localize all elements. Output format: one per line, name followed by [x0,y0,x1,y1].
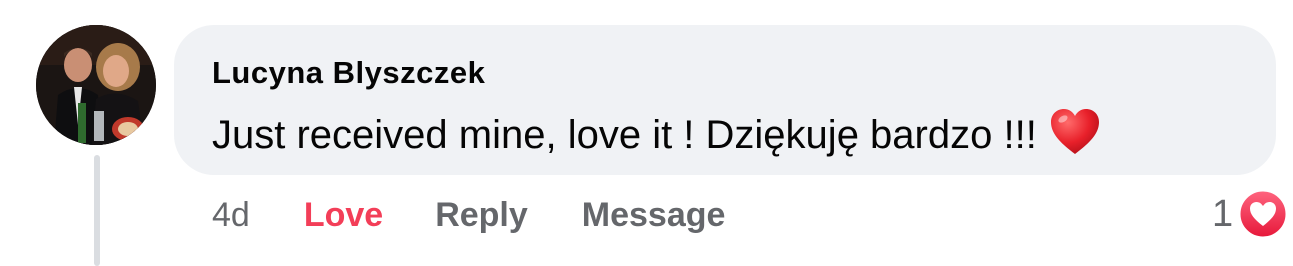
reaction-count: 1 [1212,192,1234,235]
comment: Lucyna Blyszczek Just received mine, lov… [0,0,1293,266]
timestamp[interactable]: 4d [212,196,250,235]
reaction-summary[interactable]: 1 [1212,188,1289,240]
avatar-photo [36,25,156,145]
thread-line [94,155,100,266]
reply-button[interactable]: Reply [435,196,528,235]
comment-text: Just received mine, love it ! Dziękuję b… [212,113,1037,157]
comment-actions: 4d Love Reply Message [212,193,725,237]
comment-text-row: Just received mine, love it ! Dziękuję b… [212,108,1101,158]
message-button[interactable]: Message [582,196,726,235]
avatar[interactable] [36,25,156,145]
love-button[interactable]: Love [304,196,383,235]
author-name[interactable]: Lucyna Blyszczek [212,55,485,91]
love-reaction-icon [1237,188,1289,240]
comment-bubble: Lucyna Blyszczek Just received mine, lov… [174,25,1276,175]
red-heart-emoji-icon [1050,109,1099,154]
